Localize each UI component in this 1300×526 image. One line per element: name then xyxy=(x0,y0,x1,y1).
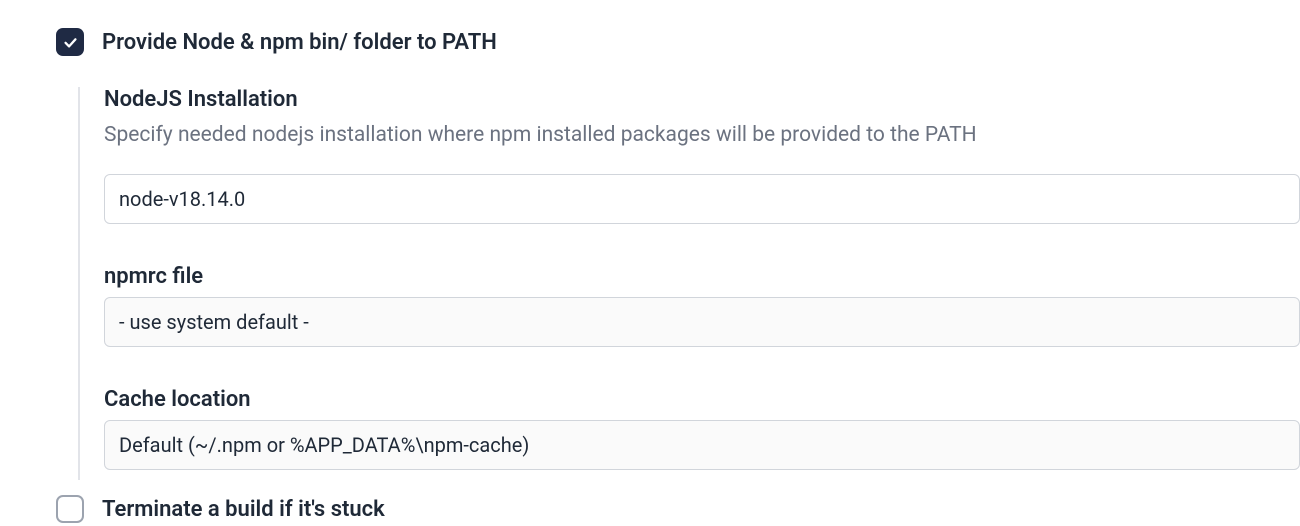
provide-node-row: Provide Node & npm bin/ folder to PATH xyxy=(0,26,1300,59)
terminate-build-row: Terminate a build if it's stuck xyxy=(0,493,1300,526)
cache-location-title: Cache location xyxy=(104,387,1300,412)
check-icon xyxy=(62,34,79,51)
provide-node-label: Provide Node & npm bin/ folder to PATH xyxy=(102,26,497,59)
provide-node-details: NodeJS Installation Specify needed nodej… xyxy=(78,87,1300,480)
terminate-build-label: Terminate a build if it's stuck xyxy=(102,493,385,526)
cache-location-input[interactable] xyxy=(104,420,1300,470)
cache-location-group: Cache location xyxy=(104,387,1300,470)
provide-node-checkbox[interactable] xyxy=(56,28,84,56)
nodejs-installation-title: NodeJS Installation xyxy=(104,87,1300,112)
nodejs-installation-input[interactable] xyxy=(104,174,1300,224)
npmrc-group: npmrc file xyxy=(104,264,1300,347)
nodejs-installation-desc: Specify needed nodejs installation where… xyxy=(104,120,1300,150)
terminate-build-checkbox[interactable] xyxy=(56,495,84,523)
npmrc-input[interactable] xyxy=(104,297,1300,347)
nodejs-installation-group: NodeJS Installation Specify needed nodej… xyxy=(104,87,1300,224)
npmrc-title: npmrc file xyxy=(104,264,1300,289)
